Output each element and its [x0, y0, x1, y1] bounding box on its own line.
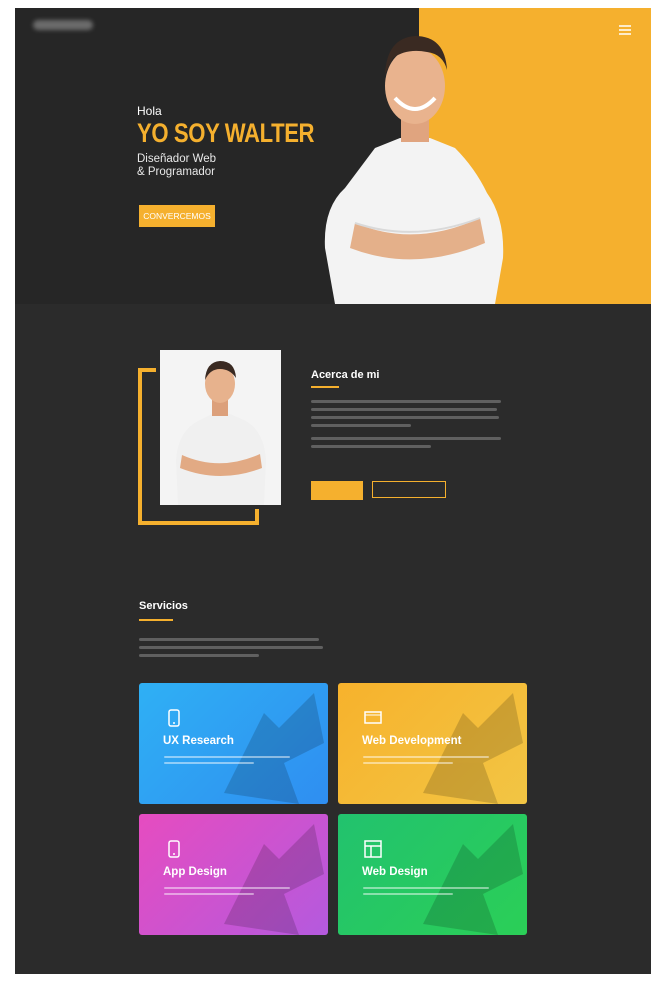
layout-icon [364, 840, 382, 858]
service-card-title: Web Development [362, 735, 462, 747]
about-photo [160, 350, 281, 505]
services-title-underline [139, 619, 173, 621]
site-logo[interactable] [33, 20, 93, 30]
about-paragraph [311, 400, 503, 453]
about-title-underline [311, 386, 339, 388]
service-card-title: UX Research [163, 735, 234, 747]
service-card-text [363, 756, 491, 768]
service-card-web-design[interactable]: Web Design [338, 814, 527, 935]
service-card-text [363, 887, 491, 899]
menu-icon[interactable] [619, 25, 631, 35]
services-paragraph [139, 638, 324, 662]
service-card-web-development[interactable]: Web Development [338, 683, 527, 804]
hero-portrait [324, 36, 504, 304]
hero-section: Hola YO SOY WALTER Diseñador Web & Progr… [15, 8, 651, 304]
hero-role: Diseñador Web & Programador [137, 153, 217, 178]
service-card-app-design[interactable]: App Design [139, 814, 328, 935]
monitor-icon [364, 711, 382, 724]
contact-button[interactable]: CONVERCEMOS [139, 205, 215, 227]
hero-greeting: Hola [137, 104, 162, 118]
mobile-icon [168, 840, 180, 858]
about-title: Acerca de mi [311, 369, 380, 381]
about-secondary-button[interactable] [372, 481, 446, 498]
mobile-icon [168, 709, 180, 727]
hero-name: YO SOY WALTER [137, 118, 315, 148]
page: Hola YO SOY WALTER Diseñador Web & Progr… [15, 8, 651, 974]
service-card-text [164, 887, 292, 899]
about-primary-button[interactable] [311, 481, 363, 500]
service-card-title: Web Design [362, 866, 428, 878]
services-title: Servicios [139, 600, 188, 612]
service-card-text [164, 756, 292, 768]
service-card-title: App Design [163, 866, 227, 878]
service-card-ux-research[interactable]: UX Research [139, 683, 328, 804]
